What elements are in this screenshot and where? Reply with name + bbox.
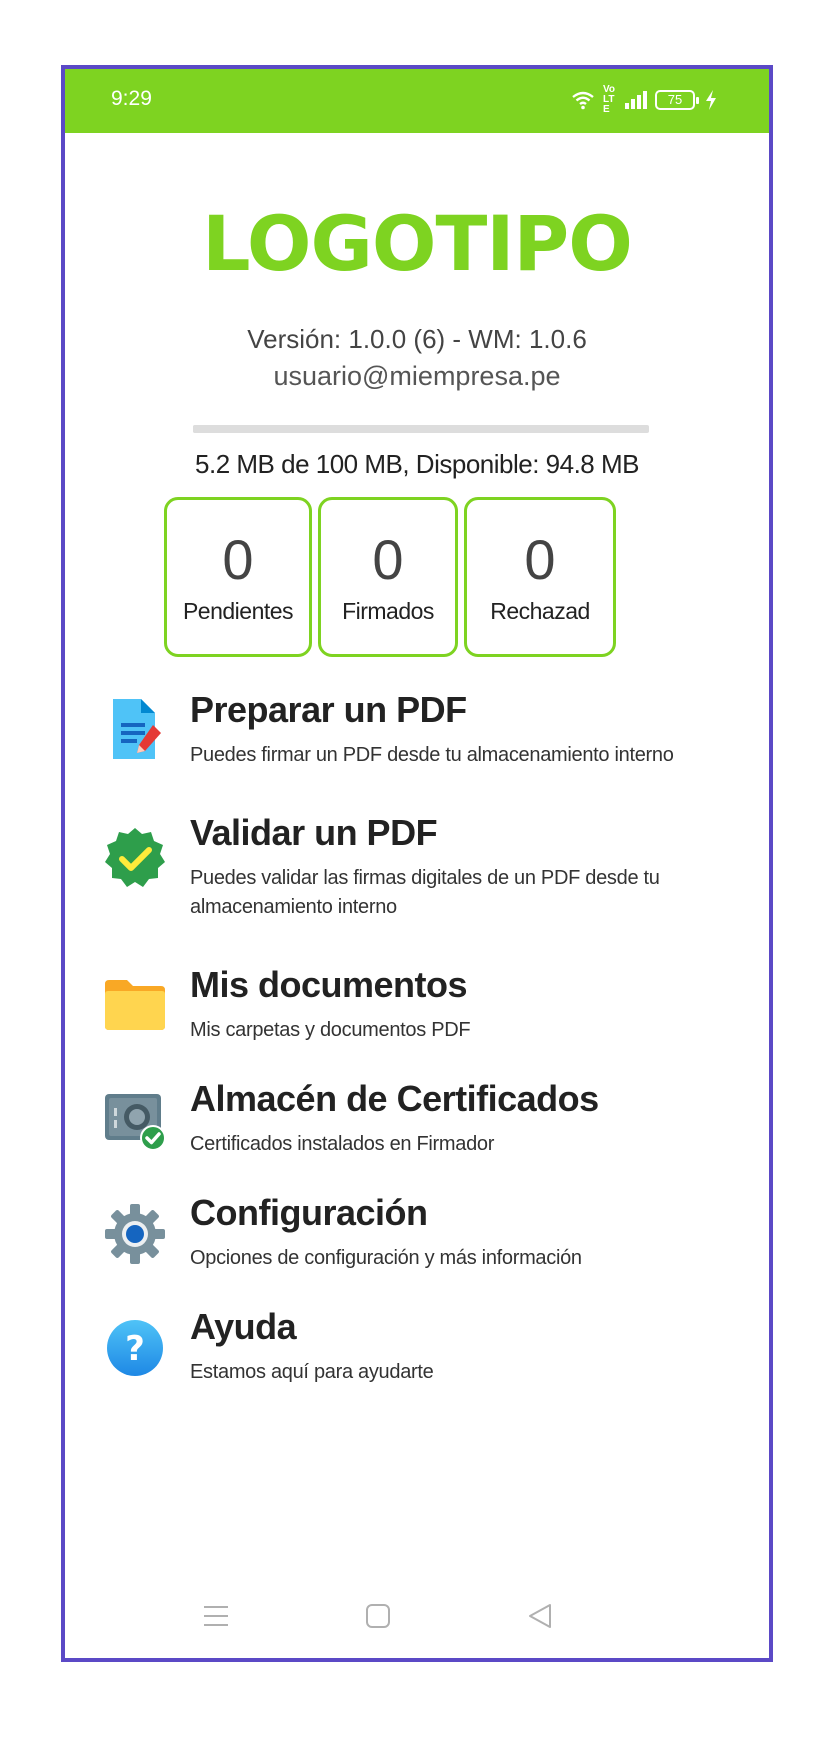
menu-item-subtitle: Puedes firmar un PDF desde tu almacenami… [190,744,674,766]
counter-value: 0 [222,528,254,591]
menu-item-subtitle: Certificados instalados en Firmador [190,1133,495,1155]
status-time: 9:29 [111,87,152,110]
menu-item-subtitle: Mis carpetas y documentos PDF [190,1019,471,1041]
status-bar: 9:29 Vo LTE 75 [65,69,769,133]
menu-item-subtitle: Opciones de configuración y más informac… [190,1247,582,1269]
storage-bar-fill [193,425,217,433]
wifi-icon [571,90,595,110]
app-logo: LOGOTIPO [202,199,633,288]
counters: 0 Pendientes 0 Firmados 0 Rechazad [164,497,622,657]
charging-icon [705,90,717,110]
safe-icon [103,1088,167,1152]
volte-indicator: Vo LTE [603,84,616,115]
menu-item-subtitle: Puedes validar las firmas digitales de u… [190,867,660,918]
svg-text:?: ? [125,1329,145,1369]
menu-item-preparar-pdf[interactable]: Preparar un PDF Puedes firmar un PDF des… [65,689,769,799]
back-nav-button[interactable] [520,1596,560,1636]
help-icon: ? [103,1316,167,1380]
menu-item-validar-pdf[interactable]: Validar un PDF Puedes validar las firmas… [65,812,769,922]
phone-frame: 9:29 Vo LTE 75 LOGOTIPO Versión: 1.0.0 (… [61,65,773,1662]
storage-text: 5.2 MB de 100 MB, Disponible: 94.8 MB [195,449,639,479]
menu-item-subtitle: Estamos aquí para ayudarte [190,1361,434,1383]
menu-item-title: Ayuda [190,1306,297,1347]
battery-indicator: 75 [655,90,699,110]
counter-value: 0 [372,528,404,591]
gear-icon [103,1202,167,1266]
menu-item-title: Almacén de Certificados [190,1078,599,1119]
counter-pendientes[interactable]: 0 Pendientes [164,497,312,657]
counter-label: Rechazad [490,598,590,624]
hamburger-icon [204,1606,228,1626]
version-text: Versión: 1.0.0 (6) - WM: 1.0.6 [247,324,587,354]
menu-item-mis-documentos[interactable]: Mis documentos Mis carpetas y documentos… [65,964,769,1074]
menu-item-title: Configuración [190,1192,428,1233]
menu-item-ayuda[interactable]: ? Ayuda Estamos aquí para ayudarte [65,1306,769,1416]
counter-label: Pendientes [182,598,294,624]
folder-icon [103,974,167,1038]
counter-value: 0 [524,528,556,591]
verified-badge-icon [103,826,167,890]
menu-item-almacen-certificados[interactable]: Almacén de Certificados Certificados ins… [65,1078,769,1188]
counter-firmados[interactable]: 0 Firmados [318,497,458,657]
counter-label: Firmados [342,598,434,624]
signal-icon [625,91,647,109]
home-nav-button[interactable] [358,1596,398,1636]
menu-item-title: Preparar un PDF [190,689,467,730]
user-email: usuario@miempresa.pe [273,361,561,391]
menu-item-title: Mis documentos [190,964,468,1005]
status-icons: Vo LTE 75 [571,85,717,115]
storage-bar [193,425,649,433]
menu-item-configuracion[interactable]: Configuración Opciones de configuración … [65,1192,769,1302]
back-triangle-icon [529,1604,551,1628]
counter-rechazados[interactable]: 0 Rechazad [464,497,616,657]
menu-item-title: Validar un PDF [190,812,438,853]
navigation-bar [65,1596,769,1636]
menu-nav-button[interactable] [196,1596,236,1636]
document-edit-icon [103,697,167,761]
home-square-icon [366,1604,390,1628]
